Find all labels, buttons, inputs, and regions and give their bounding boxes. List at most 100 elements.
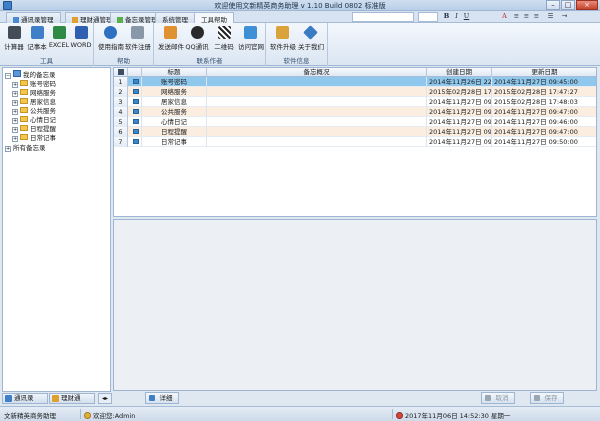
row-icon-cell xyxy=(128,97,142,107)
send-email-button[interactable]: 发送邮件 xyxy=(158,26,184,51)
expand-icon[interactable]: + xyxy=(12,127,18,133)
calculator-icon xyxy=(7,26,21,39)
qrcode-button[interactable]: 二维码 xyxy=(212,26,236,51)
tree-item-diary[interactable]: + 心情日记 xyxy=(12,116,56,125)
calculator-button[interactable]: 计算器 xyxy=(2,26,26,51)
table-row[interactable]: 1 账号密码 2014年11月26日 22 2014年11月27日 09:45:00 xyxy=(114,77,596,87)
word-icon xyxy=(74,26,88,39)
expand-icon[interactable]: + xyxy=(12,136,18,142)
row-number: 6 xyxy=(114,127,128,137)
tree-item-notes[interactable]: + 日常记事 xyxy=(12,134,56,143)
expand-icon[interactable]: + xyxy=(12,109,18,115)
upgrade-icon xyxy=(275,26,289,39)
ribbon-group-caption: 工具 xyxy=(40,57,53,65)
font-color-button[interactable]: A xyxy=(500,12,509,21)
ribbon-group-help: 使用指南 软件注册 帮助 xyxy=(94,23,154,66)
expand-icon[interactable]: + xyxy=(12,118,18,124)
save-icon xyxy=(534,395,540,401)
tree-item-home[interactable]: + 居家信息 xyxy=(12,98,56,107)
left-tab-finance[interactable]: 理财通 xyxy=(49,393,95,404)
upgrade-button[interactable]: 软件升级 xyxy=(270,26,296,51)
contacts-icon xyxy=(5,395,12,402)
italic-button[interactable]: I xyxy=(452,12,461,21)
tree-item-public[interactable]: + 公共服务 xyxy=(12,107,56,116)
about-icon xyxy=(302,25,318,40)
memo-tree: − 我的备忘录 + 账号密码 + 网络服务 + 居家信息 + 公共服务 + 心情日记 + 日程… xyxy=(2,67,111,392)
memo-row-icon xyxy=(132,139,139,144)
bold-button[interactable]: B xyxy=(442,12,451,21)
website-button[interactable]: 访问官网 xyxy=(238,26,264,51)
folder-icon xyxy=(20,89,28,95)
memo-root-icon xyxy=(13,70,21,77)
table-row[interactable]: 5 心情日记 2014年11月27日 09 2014年11月27日 09:46:00 xyxy=(114,117,596,127)
grid-menu-icon[interactable] xyxy=(117,69,124,75)
tree-root[interactable]: − 我的备忘录 xyxy=(5,70,56,79)
align-left-icon[interactable]: ≡ xyxy=(512,12,521,21)
table-row[interactable]: 2 网络服务 2015年02月28日 17 2015年02月28日 17:47:27 xyxy=(114,87,596,97)
align-right-icon[interactable]: ≡ xyxy=(532,12,541,21)
tree-item-schedule[interactable]: + 日程提醒 xyxy=(12,125,56,134)
left-tab-contacts[interactable]: 通讯录 xyxy=(2,393,48,404)
cancel-button[interactable]: 取消 xyxy=(481,392,515,404)
tab-scroll-arrows[interactable]: ◂▸ xyxy=(98,393,112,404)
menu-tabs: 通讯录管理 理财通管理 备忘录管理 系统管理 工具帮助 B I U A ≡ ≡ … xyxy=(0,11,600,24)
cell-title: 网络服务 xyxy=(142,87,207,97)
table-row[interactable]: 6 日程提醒 2014年11月27日 09 2014年11月27日 09:47:00 xyxy=(114,127,596,137)
register-button[interactable]: 软件注册 xyxy=(125,26,151,51)
cell-summary xyxy=(207,117,427,127)
memo-row-icon xyxy=(132,129,139,134)
expand-icon[interactable]: + xyxy=(12,91,18,97)
cell-summary xyxy=(207,107,427,117)
help-icon xyxy=(103,26,117,39)
expand-icon[interactable]: + xyxy=(5,146,11,152)
tree-item-all[interactable]: + 所有备忘录 xyxy=(5,144,46,153)
expand-icon[interactable]: + xyxy=(12,100,18,106)
detail-button[interactable]: 详细 xyxy=(145,392,179,404)
bullet-list-icon[interactable]: ☰ xyxy=(546,12,555,21)
user-guide-button[interactable]: 使用指南 xyxy=(98,26,124,51)
minimize-button[interactable]: – xyxy=(546,0,560,10)
ribbon-group-caption: 帮助 xyxy=(117,57,130,65)
row-icon-cell xyxy=(128,117,142,127)
notepad-button[interactable]: 记事本 xyxy=(25,26,49,51)
tree-item-accounts[interactable]: + 账号密码 xyxy=(12,80,56,89)
memo-row-icon xyxy=(132,89,139,94)
notepad-icon xyxy=(30,26,44,39)
ribbon: 计算器 记事本 EXCEL WORD 工具 使用指南 软件注册 帮助 发送邮件 … xyxy=(0,23,600,66)
row-number: 7 xyxy=(114,137,128,147)
column-created[interactable]: 创建日期 xyxy=(427,68,492,77)
save-button[interactable]: 保存 xyxy=(530,392,564,404)
cell-created: 2014年11月27日 09 xyxy=(429,127,492,137)
underline-button[interactable]: U xyxy=(462,12,471,21)
about-button[interactable]: 关于我们 xyxy=(298,25,324,51)
ribbon-group-contact: 发送邮件 QQ通讯 二维码 访问官网 联系作者 xyxy=(154,23,266,66)
tab-system[interactable]: 系统管理 xyxy=(155,12,195,24)
indent-icon[interactable]: ⇥ xyxy=(560,12,569,21)
table-row[interactable]: 7 日常记事 2014年11月27日 09 2014年11月27日 09:50:00 xyxy=(114,137,596,147)
memo-row-icon xyxy=(132,79,139,84)
column-title[interactable]: 标题 xyxy=(142,68,207,77)
cell-created: 2014年11月27日 09 xyxy=(429,107,492,117)
table-row[interactable]: 3 居家信息 2014年11月27日 09 2015年02月28日 17:48:03 xyxy=(114,97,596,107)
expand-icon[interactable]: + xyxy=(12,82,18,88)
memo-row-icon xyxy=(132,119,139,124)
font-family-select[interactable] xyxy=(352,12,414,22)
action-bar: 详细 取消 保存 xyxy=(113,391,597,405)
column-updated[interactable]: 更新日期 xyxy=(492,68,596,77)
row-number: 4 xyxy=(114,107,128,117)
excel-button[interactable]: EXCEL xyxy=(47,26,71,49)
cell-created: 2014年11月27日 09 xyxy=(429,137,492,147)
align-center-icon[interactable]: ≡ xyxy=(522,12,531,21)
word-button[interactable]: WORD xyxy=(69,26,93,49)
tab-contacts[interactable]: 通讯录管理 xyxy=(6,12,61,24)
font-size-select[interactable] xyxy=(418,12,438,22)
close-button[interactable]: × xyxy=(576,0,598,10)
table-row[interactable]: 4 公共服务 2014年11月27日 09 2014年11月27日 09:47:00 xyxy=(114,107,596,117)
collapse-icon[interactable]: − xyxy=(5,73,11,79)
cell-created: 2014年11月27日 09 xyxy=(429,97,492,107)
qq-button[interactable]: QQ通讯 xyxy=(185,26,209,51)
maximize-button[interactable]: □ xyxy=(561,0,575,10)
cell-created: 2015年02月28日 17 xyxy=(429,87,492,97)
tree-item-network[interactable]: + 网络服务 xyxy=(12,89,56,98)
column-summary[interactable]: 备忘概况 xyxy=(207,68,427,77)
